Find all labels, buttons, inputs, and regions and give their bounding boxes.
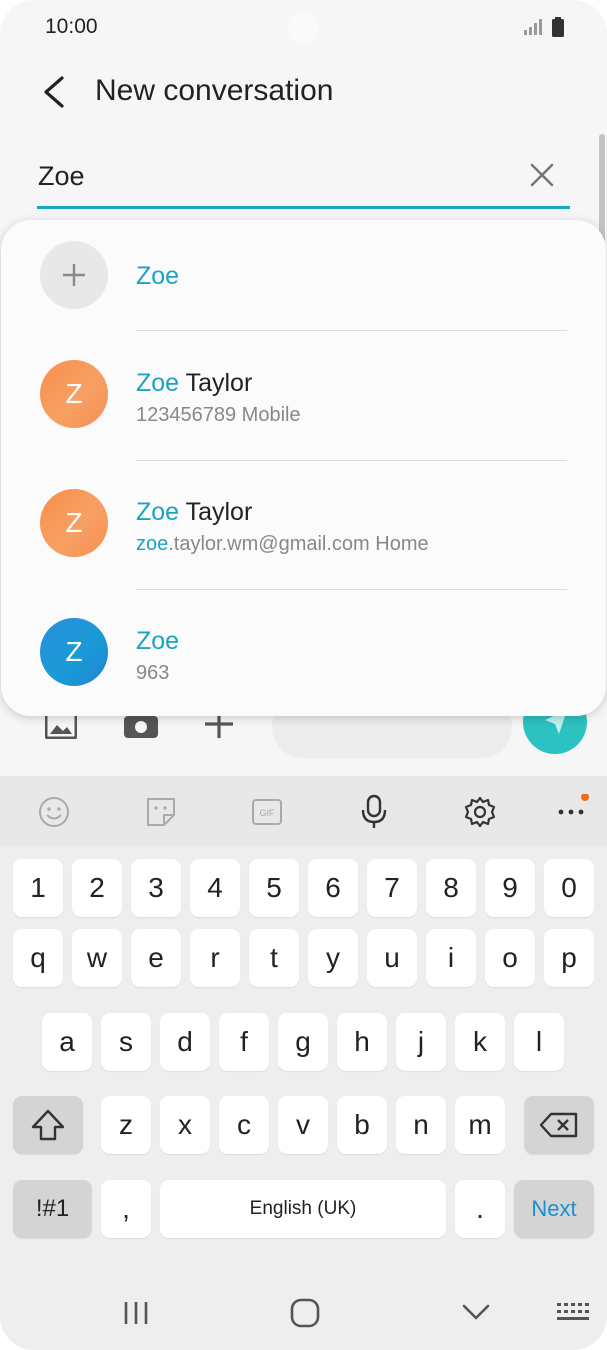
camera-icon[interactable] bbox=[123, 713, 159, 739]
settings-gear-icon[interactable] bbox=[462, 794, 498, 830]
backspace-key[interactable] bbox=[524, 1096, 594, 1154]
key-c[interactable]: c bbox=[219, 1096, 269, 1154]
back-arrow-icon[interactable] bbox=[38, 72, 74, 112]
key-p[interactable]: p bbox=[544, 929, 594, 987]
shift-icon bbox=[31, 1109, 65, 1141]
comma-key[interactable]: , bbox=[101, 1180, 151, 1238]
key-6[interactable]: 6 bbox=[308, 859, 358, 917]
hide-keyboard-icon[interactable] bbox=[462, 1304, 490, 1320]
key-1[interactable]: 1 bbox=[13, 859, 63, 917]
recent-apps-icon[interactable] bbox=[122, 1300, 150, 1326]
key-8[interactable]: 8 bbox=[426, 859, 476, 917]
search-underline bbox=[37, 206, 570, 209]
contact-detail: 963 bbox=[136, 662, 170, 684]
status-time: 10:00 bbox=[45, 15, 98, 38]
key-2[interactable]: 2 bbox=[72, 859, 122, 917]
home-icon[interactable] bbox=[290, 1298, 320, 1328]
key-0[interactable]: 0 bbox=[544, 859, 594, 917]
add-contact-icon bbox=[40, 241, 108, 309]
key-m[interactable]: m bbox=[455, 1096, 505, 1154]
key-5[interactable]: 5 bbox=[249, 859, 299, 917]
add-recipient-label: Zoe bbox=[136, 262, 180, 290]
shift-key[interactable] bbox=[13, 1096, 83, 1154]
key-7[interactable]: 7 bbox=[367, 859, 417, 917]
key-u[interactable]: u bbox=[367, 929, 417, 987]
key-3[interactable]: 3 bbox=[131, 859, 181, 917]
signal-icon bbox=[524, 19, 542, 35]
key-n[interactable]: n bbox=[396, 1096, 446, 1154]
key-9[interactable]: 9 bbox=[485, 859, 535, 917]
key-l[interactable]: l bbox=[514, 1013, 564, 1071]
key-x[interactable]: x bbox=[160, 1096, 210, 1154]
contact-detail: zoe.taylor.wm@gmail.com Home bbox=[136, 533, 429, 555]
contact-suggestions: Zoe Z Zoe Taylor 123456789 Mobile Z Zoe … bbox=[1, 220, 606, 716]
key-g[interactable]: g bbox=[278, 1013, 328, 1071]
contact-name: Zoe Taylor bbox=[136, 498, 253, 526]
battery-icon bbox=[552, 17, 564, 37]
key-o[interactable]: o bbox=[485, 929, 535, 987]
contact-name: Zoe bbox=[136, 627, 180, 655]
microphone-icon[interactable] bbox=[356, 794, 392, 830]
front-camera bbox=[287, 12, 319, 44]
gallery-icon[interactable] bbox=[45, 713, 77, 739]
key-h[interactable]: h bbox=[337, 1013, 387, 1071]
key-b[interactable]: b bbox=[337, 1096, 387, 1154]
key-v[interactable]: v bbox=[278, 1096, 328, 1154]
clear-icon[interactable] bbox=[527, 160, 557, 190]
key-4[interactable]: 4 bbox=[190, 859, 240, 917]
key-j[interactable]: j bbox=[396, 1013, 446, 1071]
page-title: New conversation bbox=[95, 74, 334, 107]
keyboard: GIF 1 2 3 4 5 6 7 8 9 0 q w e r t y u i … bbox=[0, 776, 607, 1350]
gif-icon[interactable]: GIF bbox=[249, 794, 285, 830]
key-r[interactable]: r bbox=[190, 929, 240, 987]
contact-name: Zoe Taylor bbox=[136, 369, 253, 397]
navigation-bar bbox=[0, 1276, 607, 1350]
recipient-search-input[interactable] bbox=[38, 156, 508, 196]
svg-text:GIF: GIF bbox=[260, 808, 276, 818]
avatar: Z bbox=[40, 618, 108, 686]
key-s[interactable]: s bbox=[101, 1013, 151, 1071]
avatar: Z bbox=[40, 360, 108, 428]
key-a[interactable]: a bbox=[42, 1013, 92, 1071]
contact-row[interactable]: Z Zoe 963 bbox=[1, 589, 606, 716]
key-d[interactable]: d bbox=[160, 1013, 210, 1071]
key-k[interactable]: k bbox=[455, 1013, 505, 1071]
more-options-icon[interactable] bbox=[553, 794, 589, 830]
add-recipient-row[interactable]: Zoe bbox=[1, 220, 606, 331]
key-w[interactable]: w bbox=[72, 929, 122, 987]
status-bar: 10:00 bbox=[0, 0, 607, 56]
key-q[interactable]: q bbox=[13, 929, 63, 987]
avatar: Z bbox=[40, 489, 108, 557]
key-e[interactable]: e bbox=[131, 929, 181, 987]
keyboard-toolbar: GIF bbox=[0, 776, 607, 846]
symbols-key[interactable]: !#1 bbox=[13, 1180, 92, 1238]
key-y[interactable]: y bbox=[308, 929, 358, 987]
key-i[interactable]: i bbox=[426, 929, 476, 987]
key-f[interactable]: f bbox=[219, 1013, 269, 1071]
sticker-icon[interactable] bbox=[143, 794, 179, 830]
next-key[interactable]: Next bbox=[514, 1180, 594, 1238]
key-t[interactable]: t bbox=[249, 929, 299, 987]
contact-row[interactable]: Z Zoe Taylor zoe.taylor.wm@gmail.com Hom… bbox=[1, 460, 606, 589]
key-z[interactable]: z bbox=[101, 1096, 151, 1154]
screen: 10:00 New conversation Zoe Zoe Z Zoe Tay… bbox=[0, 0, 607, 1350]
contact-row[interactable]: Z Zoe Taylor 123456789 Mobile bbox=[1, 331, 606, 460]
emoji-icon[interactable] bbox=[36, 794, 72, 830]
backspace-icon bbox=[539, 1112, 578, 1138]
period-key[interactable]: . bbox=[455, 1180, 505, 1238]
space-key[interactable]: English (UK) bbox=[160, 1180, 446, 1238]
contact-detail: 123456789 Mobile bbox=[136, 404, 301, 426]
keyboard-switch-icon[interactable] bbox=[556, 1302, 590, 1324]
